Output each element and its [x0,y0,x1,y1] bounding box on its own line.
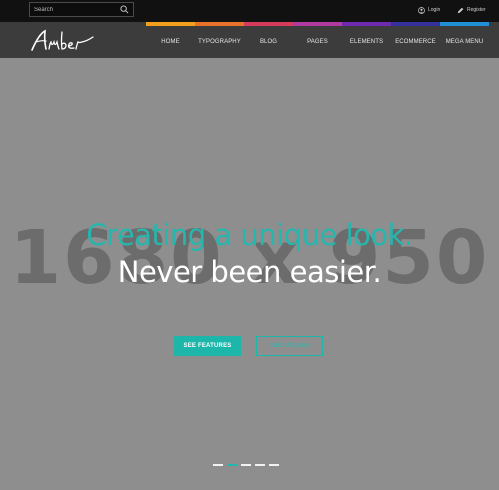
search-icon[interactable] [120,5,129,14]
nav-item-pages[interactable]: PAGES [293,26,342,58]
slider-pagination [213,464,279,466]
user-icon [418,6,425,14]
nav-item-blog[interactable]: BLOG [244,26,293,58]
register-link[interactable]: Register [457,5,486,15]
slider-dot[interactable] [213,464,223,466]
nav-item-label: TYPOGRAPHY [198,39,241,45]
main-nav: HOME TYPOGRAPHY BLOG PAGES ELEMENTS ECOM… [146,26,489,58]
see-features-button[interactable]: SEE FEATURES [174,336,241,356]
slider-dot[interactable] [227,464,237,466]
nav-item-label: PAGES [307,39,328,45]
nav-item-label: MEGA MENU [445,39,484,45]
amber-logo[interactable] [29,28,97,54]
register-label: Register [467,7,486,13]
purchase-now-button[interactable]: PURCHASE NOW [256,336,323,356]
hero-headline-primary: Creating a unique look. [86,218,413,252]
nav-item-elements[interactable]: ELEMENTS [342,26,391,58]
nav-item-home[interactable]: HOME [146,26,195,58]
top-bar: Login Register [0,0,499,22]
main-header: HOME TYPOGRAPHY BLOG PAGES ELEMENTS ECOM… [0,22,499,58]
slider-dot[interactable] [241,464,251,466]
search-box [29,2,134,17]
hero-slider: 1680 x 950 Creating a unique look. Never… [0,58,499,490]
nav-item-label: BLOG [259,39,278,45]
nav-item-mega-menu[interactable]: MEGA MENU [440,26,489,58]
nav-item-typography[interactable]: TYPOGRAPHY [195,26,244,58]
nav-item-label: ELEMENTS [349,39,384,45]
login-link[interactable]: Login [418,5,440,15]
slider-dot[interactable] [269,464,279,466]
search-input[interactable] [34,4,116,15]
hero-headline-secondary: Never been easier. [117,255,382,289]
nav-item-label: HOME [161,39,180,45]
nav-item-label: ECOMMERCE [395,39,436,45]
login-label: Login [428,7,441,13]
nav-item-ecommerce[interactable]: ECOMMERCE [391,26,440,58]
slider-dot[interactable] [255,464,265,466]
pencil-icon [457,7,464,13]
